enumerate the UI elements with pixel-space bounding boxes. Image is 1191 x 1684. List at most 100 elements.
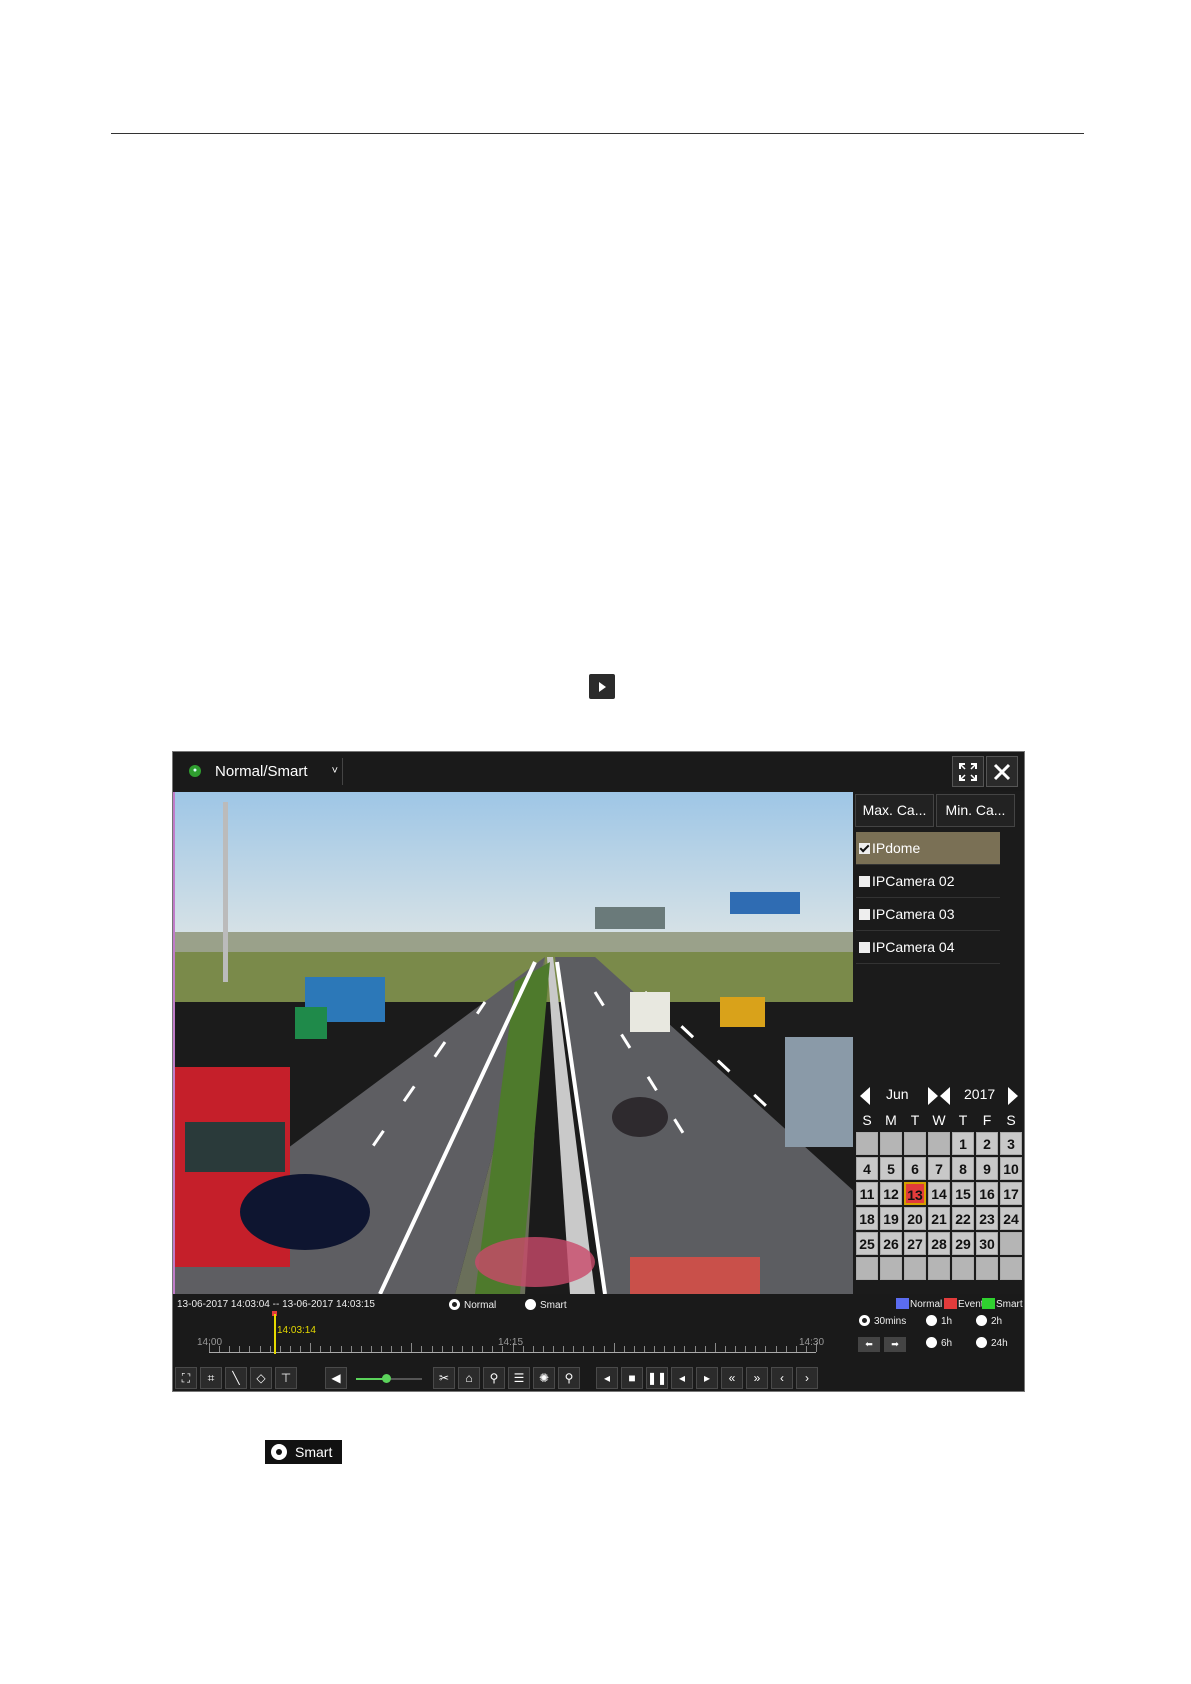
calendar-day[interactable]: 17	[1000, 1182, 1022, 1205]
timeline-tick	[260, 1346, 261, 1352]
camera-label: IPCamera 04	[872, 939, 955, 955]
timeline-tick	[634, 1346, 635, 1352]
calendar-day[interactable]: 4	[856, 1157, 878, 1180]
calendar-day[interactable]: 2	[976, 1132, 998, 1155]
calendar-day[interactable]: 12	[880, 1182, 902, 1205]
calendar-empty-cell	[880, 1132, 902, 1155]
calendar-day[interactable]: 24	[1000, 1207, 1022, 1230]
stop-button[interactable]: ■	[621, 1367, 643, 1389]
timeline-forward-button[interactable]: ➡	[884, 1337, 906, 1352]
span-24h-radio[interactable]: 24h	[976, 1337, 1008, 1349]
timeline-tick	[320, 1346, 321, 1352]
calendar-empty-cell	[856, 1257, 878, 1280]
timeline[interactable]	[209, 1343, 817, 1353]
filter-button[interactable]: ⊤	[275, 1367, 297, 1389]
timeline-cursor[interactable]	[274, 1314, 276, 1354]
span-30mins-radio[interactable]: 30mins	[859, 1315, 906, 1327]
span-6h-radio[interactable]: 6h	[926, 1337, 952, 1349]
next-year-button[interactable]	[1008, 1087, 1018, 1105]
calendar-day[interactable]: 21	[928, 1207, 950, 1230]
calendar-day[interactable]: 9	[976, 1157, 998, 1180]
max-camera-button[interactable]: Max. Ca...	[855, 794, 934, 827]
fullscreen-button[interactable]	[952, 756, 984, 787]
fast-forward-button[interactable]: »	[746, 1367, 768, 1389]
calendar-day[interactable]: 8	[952, 1157, 974, 1180]
slow-forward-button[interactable]: «	[721, 1367, 743, 1389]
calendar-day[interactable]: 14	[928, 1182, 950, 1205]
min-camera-button[interactable]: Min. Ca...	[936, 794, 1015, 827]
mode-normal-radio[interactable]: Normal	[449, 1299, 496, 1311]
reverse-play-button[interactable]: ◂	[596, 1367, 618, 1389]
calendar-day[interactable]: 10	[1000, 1157, 1022, 1180]
zoom-button[interactable]: ⚲	[558, 1367, 580, 1389]
calendar-day[interactable]: 6	[904, 1157, 926, 1180]
prev-year-button[interactable]	[940, 1087, 950, 1105]
volume-button[interactable]: ◀	[325, 1367, 347, 1389]
calendar-day[interactable]: 1	[952, 1132, 974, 1155]
span-1h-radio[interactable]: 1h	[926, 1315, 952, 1327]
calendar-day[interactable]: 19	[880, 1207, 902, 1230]
calendar-day[interactable]: 7	[928, 1157, 950, 1180]
playback-mode-dropdown[interactable]: Normal/Smart ˅	[207, 758, 343, 785]
volume-slider[interactable]	[356, 1374, 422, 1383]
calendar-day[interactable]: 16	[976, 1182, 998, 1205]
highway-camera-image	[175, 792, 853, 1294]
lock-file-button[interactable]: ⚲	[483, 1367, 505, 1389]
timeline-tick	[614, 1343, 615, 1352]
previous-day-button[interactable]: ‹	[771, 1367, 793, 1389]
calendar-day[interactable]: 23	[976, 1207, 998, 1230]
camera-item-ipcamera-02[interactable]: IPCamera 02	[856, 865, 1000, 898]
timeline-tick	[695, 1346, 696, 1352]
clip-button[interactable]: ✂	[433, 1367, 455, 1389]
tag-button[interactable]: ⌂	[458, 1367, 480, 1389]
volume-knob[interactable]	[381, 1374, 391, 1383]
page-rule	[111, 133, 1084, 134]
calendar-day[interactable]: 27	[904, 1232, 926, 1255]
close-button[interactable]	[986, 756, 1018, 787]
video-view[interactable]	[173, 792, 853, 1294]
back-30s-button[interactable]: ◂	[671, 1367, 693, 1389]
camera-item-ipdome[interactable]: IPdome	[856, 832, 1000, 865]
timeline-tick	[249, 1346, 250, 1352]
next-day-button[interactable]: ›	[796, 1367, 818, 1389]
full-screen-tool-button[interactable]: ⛶	[175, 1367, 197, 1389]
area-tool-button[interactable]: ◇	[250, 1367, 272, 1389]
camera-item-ipcamera-04[interactable]: IPCamera 04	[856, 931, 1000, 964]
calendar-day[interactable]: 26	[880, 1232, 902, 1255]
next-month-button[interactable]	[928, 1087, 938, 1105]
timeline-back-button[interactable]: ⬅	[858, 1337, 880, 1352]
calendar-day[interactable]: 29	[952, 1232, 974, 1255]
crop-tool-button[interactable]: ⌗	[200, 1367, 222, 1389]
calendar-day[interactable]: 3	[1000, 1132, 1022, 1155]
calendar-day[interactable]: 15	[952, 1182, 974, 1205]
calendar-day[interactable]: 20	[904, 1207, 926, 1230]
playback-window: ● Normal/Smart ˅ Max. Ca... Min. Ca... I…	[172, 751, 1025, 1392]
calendar-empty-cell	[904, 1257, 926, 1280]
timeline-tick	[462, 1346, 463, 1352]
calendar-empty-cell	[976, 1257, 998, 1280]
radio-icon	[525, 1299, 536, 1310]
file-management-button[interactable]: ☰	[508, 1367, 530, 1389]
calendar-day[interactable]: 18	[856, 1207, 878, 1230]
legend-normal: Normal	[896, 1298, 942, 1310]
camera-item-ipcamera-03[interactable]: IPCamera 03	[856, 898, 1000, 931]
calendar-day[interactable]: 28	[928, 1232, 950, 1255]
calendar-day[interactable]: 13	[904, 1182, 926, 1205]
weekday-label: W	[932, 1112, 946, 1128]
prev-month-button[interactable]	[860, 1087, 870, 1105]
settings-button[interactable]: ✺	[533, 1367, 555, 1389]
playback-controls: 13-06-2017 14:03:04 -- 13-06-2017 14:03:…	[173, 1294, 1024, 1391]
pause-button[interactable]: ❚❚	[646, 1367, 668, 1389]
calendar-day[interactable]: 25	[856, 1232, 878, 1255]
calendar-empty-cell	[1000, 1257, 1022, 1280]
calendar-day[interactable]: 5	[880, 1157, 902, 1180]
calendar-day[interactable]: 30	[976, 1232, 998, 1255]
timeline-tick	[715, 1343, 716, 1352]
calendar-day[interactable]: 22	[952, 1207, 974, 1230]
calendar-day[interactable]: 11	[856, 1182, 878, 1205]
span-2h-radio[interactable]: 2h	[976, 1315, 1002, 1327]
camera-label: IPdome	[872, 840, 921, 856]
forward-30s-button[interactable]: ▸	[696, 1367, 718, 1389]
mode-smart-radio[interactable]: Smart	[525, 1299, 567, 1311]
line-tool-button[interactable]: ╲	[225, 1367, 247, 1389]
